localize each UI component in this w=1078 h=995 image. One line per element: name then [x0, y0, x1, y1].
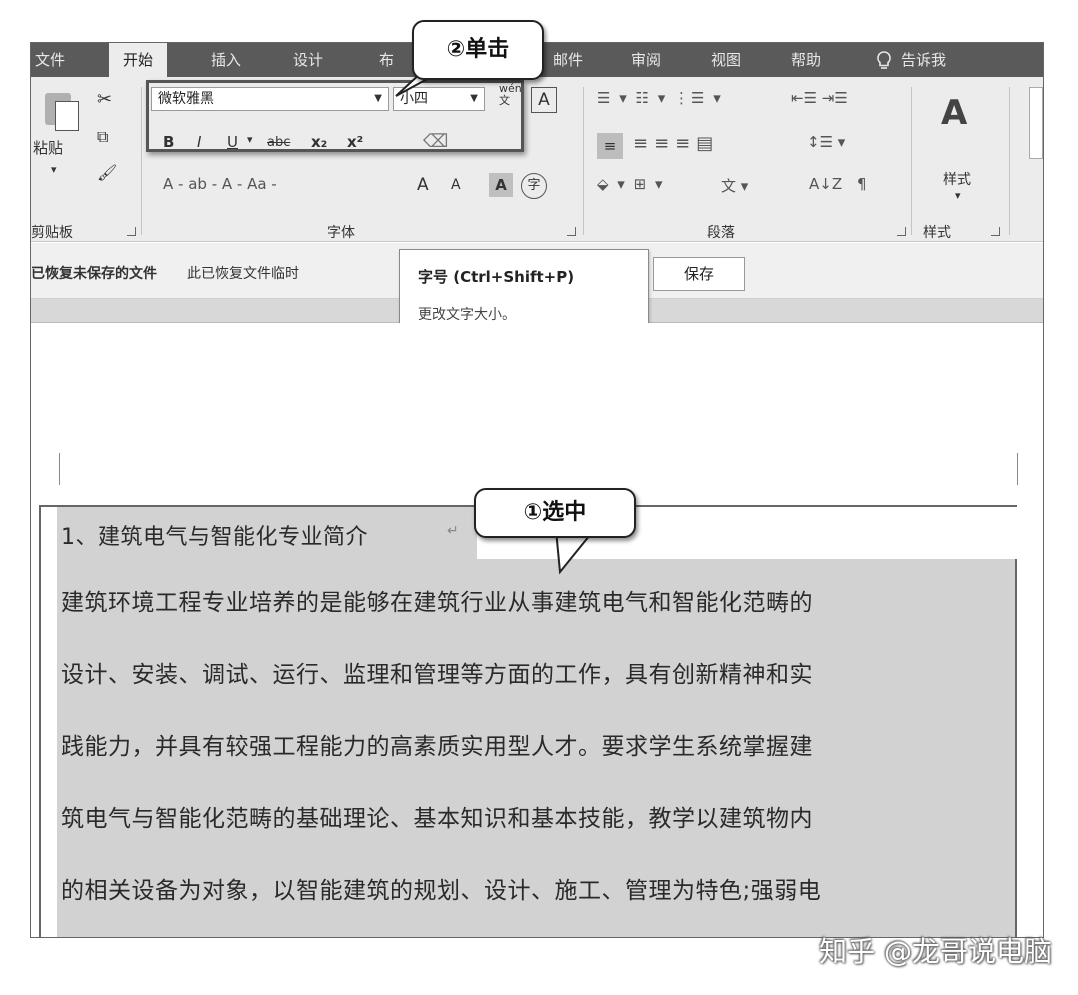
- save-button[interactable]: 保存: [653, 257, 745, 291]
- font-group-label: 字体: [327, 225, 355, 241]
- paste-icon[interactable]: [45, 87, 81, 131]
- copy-icon[interactable]: ⧉: [97, 127, 108, 147]
- font-effects-row[interactable]: A - ab - A - Aa -: [163, 175, 277, 193]
- tab-mailings[interactable]: 邮件: [553, 43, 583, 77]
- styles-button[interactable]: 样式: [943, 169, 971, 189]
- indent-icons[interactable]: ⇤☰ ⇥☰: [791, 89, 848, 107]
- document-line[interactable]: 的相关设备为对象，以智能建筑的规划、设计、施工、管理为特色;强弱电: [61, 871, 821, 905]
- document-line[interactable]: 筑电气与智能化范畴的基础理论、基本知识和基本技能，教学以建筑物内: [61, 799, 813, 833]
- infobar-message: 此已恢复文件临时: [187, 266, 299, 282]
- paragraph-launcher-icon[interactable]: [897, 227, 906, 236]
- divider: [911, 87, 912, 235]
- paste-button[interactable]: 粘贴: [33, 137, 63, 158]
- document-heading[interactable]: 1、建筑电气与智能化专业简介: [61, 519, 368, 551]
- line-spacing-icon[interactable]: ↕☰ ▾: [807, 133, 845, 151]
- paragraph-mark-icon: ↵: [447, 523, 459, 539]
- enclose-characters-icon[interactable]: 字: [521, 173, 547, 199]
- document-line[interactable]: 设计、安装、调试、运行、监理和管理等方面的工作，具有创新精神和实: [61, 655, 813, 689]
- paragraph-group-label: 段落: [707, 225, 735, 241]
- grow-font-button[interactable]: A: [417, 175, 429, 195]
- click-callout: ②单击: [412, 20, 544, 80]
- document-line[interactable]: 践能力，并具有较强工程能力的高素质实用型人才。要求学生系统掌握建: [61, 727, 813, 761]
- tab-file[interactable]: 文件: [35, 43, 65, 77]
- chevron-down-icon[interactable]: ▾: [955, 189, 961, 202]
- styles-launcher-icon[interactable]: [991, 227, 1000, 236]
- paste-dropdown-icon[interactable]: ▾: [51, 163, 57, 176]
- document-line[interactable]: 建筑环境工程专业培养的是能够在建筑行业从事建筑电气和智能化范畴的: [61, 583, 813, 617]
- align-left-icon[interactable]: ≡: [597, 133, 623, 159]
- margin-mark: [59, 453, 60, 485]
- asian-layout-icon[interactable]: 文 ▾: [721, 175, 748, 196]
- styles-group-label: 样式: [923, 225, 951, 241]
- tooltip-title: 字号 (Ctrl+Shift+P): [418, 268, 575, 286]
- divider: [141, 87, 142, 235]
- format-painter-icon[interactable]: 🖌: [97, 163, 117, 182]
- shading-borders-icons[interactable]: ⬙ ▾ ⊞ ▾: [597, 175, 664, 193]
- infobar-title: 已恢复未保存的文件: [31, 266, 157, 282]
- document-page[interactable]: 1、建筑电气与智能化专业简介 ↵ 建筑环境工程专业培养的是能够在建筑行业从事建筑…: [31, 323, 1043, 937]
- clipboard-launcher-icon[interactable]: [127, 227, 136, 236]
- tab-help[interactable]: 帮助: [791, 43, 821, 77]
- alignment-icons[interactable]: ≡≡≡▤: [633, 133, 719, 154]
- character-shading-icon[interactable]: A: [489, 173, 513, 197]
- tab-review[interactable]: 审阅: [631, 43, 661, 77]
- tab-view[interactable]: 视图: [711, 43, 741, 77]
- sort-icon[interactable]: A↓Z: [809, 175, 842, 193]
- shrink-font-button[interactable]: A: [451, 177, 461, 193]
- font-size-highlight-box: [146, 80, 524, 152]
- tab-design[interactable]: 设计: [293, 43, 323, 77]
- divider: [1009, 87, 1010, 235]
- cut-icon[interactable]: ✂: [97, 89, 112, 110]
- character-border-icon[interactable]: A: [531, 87, 557, 113]
- tooltip-description: 更改文字大小。: [418, 307, 516, 323]
- margin-mark: [1017, 453, 1018, 485]
- divider: [583, 87, 584, 235]
- font-launcher-icon[interactable]: [567, 227, 576, 236]
- lightbulb-icon[interactable]: [875, 43, 893, 77]
- watermark: 知乎 @龙哥说电脑: [819, 935, 1052, 968]
- tab-tell-me[interactable]: 告诉我: [901, 43, 946, 77]
- clipboard-group-label: 剪贴板: [31, 225, 73, 241]
- tab-insert[interactable]: 插入: [211, 43, 241, 77]
- bullets-numbering-icons[interactable]: ☰ ▾ ☷ ▾ ⋮☰ ▾: [597, 89, 723, 107]
- styles-icon[interactable]: A: [941, 93, 967, 133]
- select-callout: ①选中: [474, 488, 636, 538]
- tab-home[interactable]: 开始: [109, 43, 168, 77]
- show-formatting-icon[interactable]: ¶: [857, 175, 867, 193]
- editing-panel-edge: [1029, 87, 1043, 159]
